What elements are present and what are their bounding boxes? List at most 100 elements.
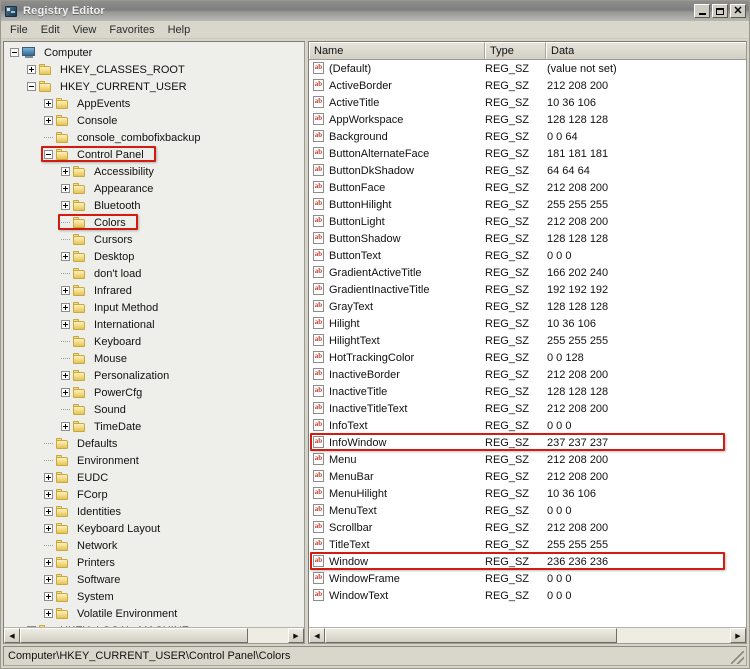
expand-icon[interactable] [44, 558, 53, 567]
tree-node[interactable]: don't load [4, 265, 304, 282]
table-row[interactable]: ab ButtonText REG_SZ 0 0 0 [309, 247, 746, 264]
expand-icon[interactable] [61, 388, 70, 397]
expand-icon[interactable] [44, 592, 53, 601]
tree-node[interactable]: Software [4, 571, 304, 588]
title-bar[interactable]: Registry Editor ✕ [1, 1, 749, 21]
menu-item-favorites[interactable]: Favorites [103, 22, 161, 38]
tree-node[interactable]: Printers [4, 554, 304, 571]
tree-node[interactable]: Computer [4, 44, 304, 61]
table-row[interactable]: ab ButtonHilight REG_SZ 255 255 255 [309, 196, 746, 213]
table-row[interactable]: ab ButtonDkShadow REG_SZ 64 64 64 [309, 162, 746, 179]
tree-node[interactable]: Cursors [4, 231, 304, 248]
expand-icon[interactable] [61, 201, 70, 210]
tree-node[interactable]: Console [4, 112, 304, 129]
column-header-type[interactable]: Type [485, 42, 546, 59]
close-button[interactable]: ✕ [730, 4, 746, 18]
expand-icon[interactable] [61, 422, 70, 431]
table-row[interactable]: ab ButtonAlternateFace REG_SZ 181 181 181 [309, 145, 746, 162]
table-row[interactable]: ab Background REG_SZ 0 0 64 [309, 128, 746, 145]
tree-node[interactable]: HKEY_CURRENT_USER [4, 78, 304, 95]
list-scroll-track[interactable] [325, 628, 730, 643]
tree-scroll-right-button[interactable]: ▶ [288, 628, 304, 643]
maximize-button[interactable] [712, 4, 728, 18]
table-row[interactable]: ab WindowFrame REG_SZ 0 0 0 [309, 570, 746, 587]
table-row[interactable]: ab InactiveTitleText REG_SZ 212 208 200 [309, 400, 746, 417]
tree-node[interactable]: Accessibility [4, 163, 304, 180]
list-scroll-right-button[interactable]: ▶ [730, 628, 746, 643]
expand-icon[interactable] [44, 99, 53, 108]
tree-node[interactable]: FCorp [4, 486, 304, 503]
expand-icon[interactable] [27, 65, 36, 74]
tree-node[interactable]: Defaults [4, 435, 304, 452]
expand-icon[interactable] [44, 473, 53, 482]
tree-node[interactable]: Desktop [4, 248, 304, 265]
column-header-data[interactable]: Data [546, 42, 746, 59]
tree-node[interactable]: PowerCfg [4, 384, 304, 401]
expand-icon[interactable] [44, 524, 53, 533]
table-row[interactable]: ab MenuBar REG_SZ 212 208 200 [309, 468, 746, 485]
tree-scroll-track[interactable] [20, 628, 288, 643]
tree-scroll-left-button[interactable]: ◀ [4, 628, 20, 643]
table-row[interactable]: ab Menu REG_SZ 212 208 200 [309, 451, 746, 468]
table-row[interactable]: ab InactiveTitle REG_SZ 128 128 128 [309, 383, 746, 400]
table-row[interactable]: ab HotTrackingColor REG_SZ 0 0 128 [309, 349, 746, 366]
minimize-button[interactable] [694, 4, 710, 18]
table-row[interactable]: ab ButtonLight REG_SZ 212 208 200 [309, 213, 746, 230]
menu-item-view[interactable]: View [67, 22, 104, 38]
tree-node[interactable]: HKEY_CLASSES_ROOT [4, 61, 304, 78]
tree-node[interactable]: HKEY_LOCAL_MACHINE [4, 622, 304, 627]
tree-horizontal-scrollbar[interactable]: ◀ ▶ [4, 627, 304, 643]
menu-item-edit[interactable]: Edit [35, 22, 67, 38]
table-row[interactable]: ab AppWorkspace REG_SZ 128 128 128 [309, 111, 746, 128]
expand-icon[interactable] [44, 507, 53, 516]
table-row[interactable]: ab Window REG_SZ 236 236 236 [309, 553, 746, 570]
tree-node[interactable]: Keyboard [4, 333, 304, 350]
registry-values-list[interactable]: ab (Default) REG_SZ (value not set) ab Active… [309, 60, 746, 627]
expand-icon[interactable] [61, 184, 70, 193]
tree-node[interactable]: Sound [4, 401, 304, 418]
registry-values-pane[interactable]: Name Type Data ab (Default) REG_SZ (value n… [308, 41, 747, 644]
table-row[interactable]: ab InfoText REG_SZ 0 0 0 [309, 417, 746, 434]
table-row[interactable]: ab TitleText REG_SZ 255 255 255 [309, 536, 746, 553]
tree-node[interactable]: EUDC [4, 469, 304, 486]
tree-node[interactable]: AppEvents [4, 95, 304, 112]
tree-node[interactable]: console_combofixbackup [4, 129, 304, 146]
table-row[interactable]: ab ButtonFace REG_SZ 212 208 200 [309, 179, 746, 196]
tree-node[interactable]: Input Method [4, 299, 304, 316]
registry-tree[interactable]: Computer HKEY_CLASSES_ROOT HKEY_CURRENT_US… [4, 42, 304, 627]
tree-node[interactable]: Colors [4, 214, 304, 231]
tree-node[interactable]: Appearance [4, 180, 304, 197]
registry-tree-pane[interactable]: Computer HKEY_CLASSES_ROOT HKEY_CURRENT_US… [3, 41, 305, 644]
tree-node[interactable]: System [4, 588, 304, 605]
tree-scroll-thumb[interactable] [20, 628, 248, 643]
expand-icon[interactable] [61, 252, 70, 261]
table-row[interactable]: ab Hilight REG_SZ 10 36 106 [309, 315, 746, 332]
table-row[interactable]: ab MenuText REG_SZ 0 0 0 [309, 502, 746, 519]
table-row[interactable]: ab ActiveTitle REG_SZ 10 36 106 [309, 94, 746, 111]
collapse-icon[interactable] [10, 48, 19, 57]
collapse-icon[interactable] [27, 82, 36, 91]
table-row[interactable]: ab InfoWindow REG_SZ 237 237 237 [309, 434, 746, 451]
expand-icon[interactable] [61, 371, 70, 380]
table-row[interactable]: ab MenuHilight REG_SZ 10 36 106 [309, 485, 746, 502]
list-scroll-thumb[interactable] [325, 628, 617, 643]
tree-node[interactable]: Identities [4, 503, 304, 520]
tree-node[interactable]: TimeDate [4, 418, 304, 435]
expand-icon[interactable] [61, 320, 70, 329]
expand-icon[interactable] [44, 116, 53, 125]
tree-node[interactable]: Bluetooth [4, 197, 304, 214]
column-header-name[interactable]: Name [309, 42, 485, 59]
tree-node[interactable]: Network [4, 537, 304, 554]
tree-node[interactable]: International [4, 316, 304, 333]
expand-icon[interactable] [44, 609, 53, 618]
table-row[interactable]: ab Scrollbar REG_SZ 212 208 200 [309, 519, 746, 536]
expand-icon[interactable] [44, 490, 53, 499]
menu-item-file[interactable]: File [4, 22, 35, 38]
expand-icon[interactable] [44, 575, 53, 584]
table-row[interactable]: ab GrayText REG_SZ 128 128 128 [309, 298, 746, 315]
tree-node[interactable]: Volatile Environment [4, 605, 304, 622]
tree-node[interactable]: Keyboard Layout [4, 520, 304, 537]
resize-grip-icon[interactable] [731, 651, 744, 664]
list-scroll-left-button[interactable]: ◀ [309, 628, 325, 643]
table-row[interactable]: ab InactiveBorder REG_SZ 212 208 200 [309, 366, 746, 383]
